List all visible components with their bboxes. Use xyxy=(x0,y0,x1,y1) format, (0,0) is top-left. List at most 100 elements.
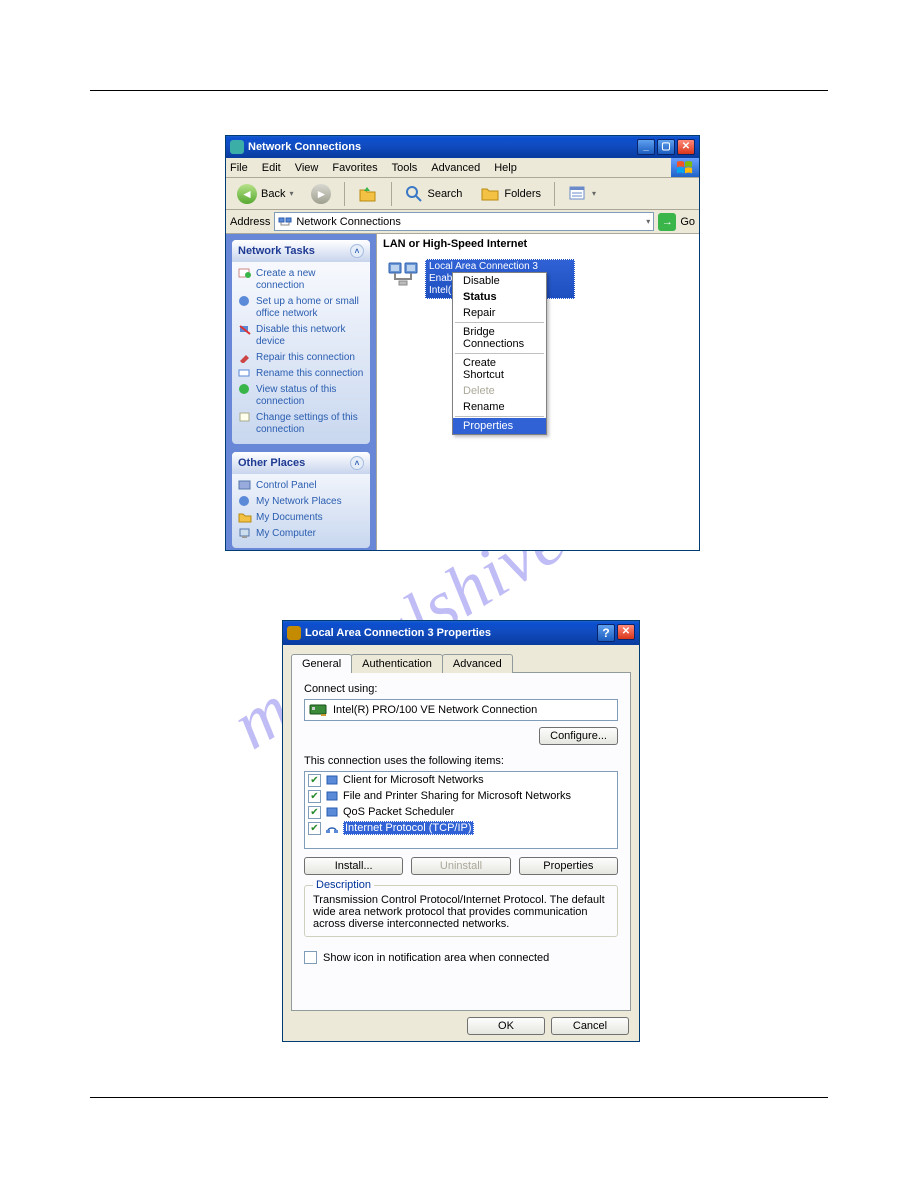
task-create-connection[interactable]: Create a new connection xyxy=(238,266,364,294)
chevron-down-icon: ▾ xyxy=(592,189,596,198)
separator xyxy=(554,182,555,206)
configure-button[interactable]: Configure... xyxy=(539,727,618,745)
ctx-properties[interactable]: Properties xyxy=(453,418,546,434)
separator xyxy=(391,182,392,206)
collapse-icon[interactable]: ˄ xyxy=(350,244,364,258)
menu-file[interactable]: File xyxy=(230,162,248,174)
forward-icon: ► xyxy=(311,184,331,204)
titlebar[interactable]: Network Connections _ ▢ ✕ xyxy=(226,136,699,158)
description-group: Description Transmission Control Protoco… xyxy=(304,885,618,937)
task-disable-device[interactable]: Disable this network device xyxy=(238,322,364,350)
ctx-disable[interactable]: Disable xyxy=(453,273,546,289)
item-client[interactable]: ✔ Client for Microsoft Networks xyxy=(305,772,617,788)
install-button[interactable]: Install... xyxy=(304,857,403,875)
folders-button[interactable]: Folders xyxy=(473,182,548,206)
forward-button[interactable]: ► xyxy=(304,181,338,207)
back-button[interactable]: ◄ Back ▾ xyxy=(230,181,300,207)
ctx-rename[interactable]: Rename xyxy=(453,399,546,415)
task-view-status[interactable]: View status of this connection xyxy=(238,382,364,410)
description-text: Transmission Control Protocol/Internet P… xyxy=(313,894,609,930)
ctx-status[interactable]: Status xyxy=(453,289,546,305)
link-control-panel[interactable]: Control Panel xyxy=(238,478,364,494)
tab-authentication[interactable]: Authentication xyxy=(351,654,443,673)
item-tcpip[interactable]: ✔ Internet Protocol (TCP/IP) xyxy=(305,820,617,836)
address-value: Network Connections xyxy=(296,216,401,228)
checkbox-checked[interactable]: ✔ xyxy=(308,790,321,803)
search-icon xyxy=(405,185,423,203)
ctx-repair[interactable]: Repair xyxy=(453,305,546,321)
tab-general[interactable]: General xyxy=(291,654,352,673)
back-label: Back xyxy=(261,188,285,200)
menu-bar: File Edit View Favorites Tools Advanced … xyxy=(226,158,699,178)
views-icon xyxy=(568,185,588,203)
network-connections-window: Network Connections _ ▢ ✕ File Edit View… xyxy=(225,135,700,551)
ctx-bridge[interactable]: Bridge Connections xyxy=(453,324,546,352)
item-qos[interactable]: ✔ QoS Packet Scheduler xyxy=(305,804,617,820)
side-panel: Network Tasks ˄ Create a new connection … xyxy=(226,234,376,550)
titlebar[interactable]: Local Area Connection 3 Properties ? ✕ xyxy=(283,621,639,645)
top-rule xyxy=(90,90,828,91)
content-pane[interactable]: LAN or High-Speed Internet Local Area Co… xyxy=(376,234,699,550)
dialog-footer: OK Cancel xyxy=(291,1011,631,1035)
link-network-places[interactable]: My Network Places xyxy=(238,494,364,510)
up-button[interactable] xyxy=(351,181,385,207)
go-label: Go xyxy=(680,216,695,228)
search-button[interactable]: Search xyxy=(398,182,469,206)
lan-connection-icon xyxy=(387,259,419,291)
link-my-computer[interactable]: My Computer xyxy=(238,526,364,542)
menu-edit[interactable]: Edit xyxy=(262,162,281,174)
maximize-button[interactable]: ▢ xyxy=(657,139,675,155)
checkbox-checked[interactable]: ✔ xyxy=(308,822,321,835)
panel-header[interactable]: Network Tasks ˄ xyxy=(232,240,370,262)
other-places-panel: Other Places ˄ Control Panel My Network … xyxy=(232,452,370,548)
back-icon: ◄ xyxy=(237,184,257,204)
window-title: Network Connections xyxy=(248,141,361,153)
document-page: manualshive.com Network Connections _ ▢ … xyxy=(0,0,918,1188)
protocol-icon xyxy=(325,821,339,835)
close-button[interactable]: ✕ xyxy=(677,139,695,155)
minimize-button[interactable]: _ xyxy=(637,139,655,155)
task-change-settings[interactable]: Change settings of this connection xyxy=(238,410,364,438)
separator xyxy=(455,353,544,354)
collapse-icon[interactable]: ˄ xyxy=(350,456,364,470)
panel-header[interactable]: Other Places ˄ xyxy=(232,452,370,474)
views-button[interactable]: ▾ xyxy=(561,182,603,206)
ctx-shortcut[interactable]: Create Shortcut xyxy=(453,355,546,383)
task-repair[interactable]: Repair this connection xyxy=(238,350,364,366)
ctx-delete: Delete xyxy=(453,383,546,399)
menu-view[interactable]: View xyxy=(295,162,319,174)
panel-title: Network Tasks xyxy=(238,245,315,257)
tab-strip: General Authentication Advanced xyxy=(291,653,631,672)
items-label: This connection uses the following items… xyxy=(304,755,618,767)
go-button[interactable]: → xyxy=(658,213,676,231)
cancel-button[interactable]: Cancel xyxy=(551,1017,629,1035)
address-field[interactable]: Network Connections ▾ xyxy=(274,212,654,231)
menu-help[interactable]: Help xyxy=(494,162,517,174)
item-file-sharing[interactable]: ✔ File and Printer Sharing for Microsoft… xyxy=(305,788,617,804)
ok-button[interactable]: OK xyxy=(467,1017,545,1035)
description-legend: Description xyxy=(313,879,374,891)
folders-label: Folders xyxy=(504,188,541,200)
menu-tools[interactable]: Tools xyxy=(392,162,418,174)
task-setup-network[interactable]: Set up a home or small office network xyxy=(238,294,364,322)
toolbar: ◄ Back ▾ ► Search Folders xyxy=(226,178,699,210)
client-icon xyxy=(325,773,339,787)
menu-favorites[interactable]: Favorites xyxy=(332,162,377,174)
window-icon xyxy=(287,626,301,640)
close-button[interactable]: ✕ xyxy=(617,624,635,640)
checkbox-checked[interactable]: ✔ xyxy=(308,774,321,787)
checkbox-checked[interactable]: ✔ xyxy=(308,806,321,819)
menu-advanced[interactable]: Advanced xyxy=(431,162,480,174)
link-my-documents[interactable]: My Documents xyxy=(238,510,364,526)
help-button[interactable]: ? xyxy=(597,624,615,642)
tab-advanced[interactable]: Advanced xyxy=(442,654,513,673)
uninstall-button: Uninstall xyxy=(411,857,510,875)
task-rename[interactable]: Rename this connection xyxy=(238,366,364,382)
folders-icon xyxy=(480,185,500,203)
properties-button[interactable]: Properties xyxy=(519,857,618,875)
general-tab-panel: Connect using: Intel(R) PRO/100 VE Netwo… xyxy=(291,672,631,1011)
service-icon xyxy=(325,789,339,803)
chevron-down-icon[interactable]: ▾ xyxy=(646,217,650,226)
items-list[interactable]: ✔ Client for Microsoft Networks ✔ File a… xyxy=(304,771,618,849)
checkbox-unchecked[interactable]: ✔ xyxy=(304,951,317,964)
